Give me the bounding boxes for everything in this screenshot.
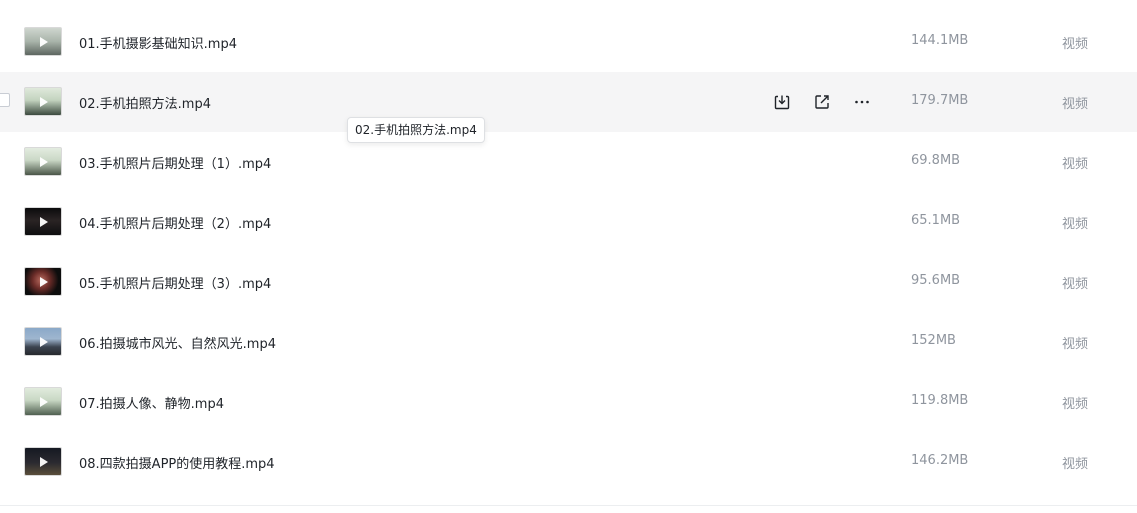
file-type: 视频 — [1062, 217, 1089, 232]
play-icon — [40, 397, 48, 407]
file-name[interactable]: 01.手机摄影基础知识.mp4 — [79, 33, 237, 52]
video-thumbnail[interactable] — [24, 267, 62, 296]
file-size: 69.8MB — [911, 153, 961, 168]
file-row[interactable]: 01.手机摄影基础知识.mp4 144.1MB 视频 — [0, 12, 1137, 72]
video-thumbnail[interactable] — [24, 27, 62, 56]
file-row[interactable]: 02.手机拍照方法.mp4 179.7MB 视频 — [0, 72, 1137, 132]
file-row[interactable]: 05.手机照片后期处理（3）.mp4 95.6MB 视频 — [0, 252, 1137, 312]
file-name[interactable]: 02.手机拍照方法.mp4 — [79, 93, 211, 112]
file-name[interactable]: 03.手机照片后期处理（1）.mp4 — [79, 153, 271, 172]
file-row[interactable]: 04.手机照片后期处理（2）.mp4 65.1MB 视频 — [0, 192, 1137, 252]
file-type: 视频 — [1062, 337, 1089, 352]
video-thumbnail[interactable] — [24, 447, 62, 476]
file-size: 144.1MB — [911, 33, 969, 48]
share-icon — [815, 95, 829, 109]
video-thumbnail[interactable] — [24, 327, 62, 356]
row-actions — [772, 92, 872, 112]
file-name[interactable]: 08.四款拍摄APP的使用教程.mp4 — [79, 453, 275, 472]
file-name[interactable]: 06.拍摄城市风光、自然风光.mp4 — [79, 333, 276, 352]
file-list: 01.手机摄影基础知识.mp4 144.1MB 视频 02.手机拍照方法.mp4 179… — [0, 0, 1137, 513]
file-size: 179.7MB — [911, 93, 969, 108]
file-type: 视频 — [1062, 277, 1089, 292]
row-checkbox[interactable] — [0, 93, 10, 107]
file-row[interactable]: 07.拍摄人像、静物.mp4 119.8MB 视频 — [0, 372, 1137, 432]
share-button[interactable] — [812, 92, 832, 112]
file-row[interactable]: 08.四款拍摄APP的使用教程.mp4 146.2MB 视频 — [0, 432, 1137, 492]
file-type: 视频 — [1062, 157, 1089, 172]
filename-tooltip: 02.手机拍照方法.mp4 — [347, 117, 485, 143]
file-type: 视频 — [1062, 37, 1089, 52]
play-icon — [40, 217, 48, 227]
download-button[interactable] — [772, 92, 792, 112]
file-name[interactable]: 07.拍摄人像、静物.mp4 — [79, 393, 224, 412]
file-size: 152MB — [911, 333, 956, 348]
video-thumbnail[interactable] — [24, 207, 62, 236]
video-thumbnail[interactable] — [24, 147, 62, 176]
play-icon — [40, 277, 48, 287]
more-icon — [855, 100, 869, 104]
video-thumbnail[interactable] — [24, 387, 62, 416]
list-bottom-divider — [0, 505, 1137, 506]
file-row[interactable]: 03.手机照片后期处理（1）.mp4 69.8MB 视频 — [0, 132, 1137, 192]
file-size: 119.8MB — [911, 393, 969, 408]
file-type: 视频 — [1062, 457, 1089, 472]
file-size: 146.2MB — [911, 453, 969, 468]
file-size: 95.6MB — [911, 273, 961, 288]
file-row[interactable]: 06.拍摄城市风光、自然风光.mp4 152MB 视频 — [0, 312, 1137, 372]
download-icon — [774, 95, 790, 110]
video-thumbnail[interactable] — [24, 87, 62, 116]
file-type: 视频 — [1062, 397, 1089, 412]
play-icon — [40, 457, 48, 467]
file-type: 视频 — [1062, 97, 1089, 112]
play-icon — [40, 97, 48, 107]
play-icon — [40, 37, 48, 47]
file-size: 65.1MB — [911, 213, 961, 228]
file-name[interactable]: 05.手机照片后期处理（3）.mp4 — [79, 273, 271, 292]
file-name[interactable]: 04.手机照片后期处理（2）.mp4 — [79, 213, 271, 232]
play-icon — [40, 337, 48, 347]
play-icon — [40, 157, 48, 167]
more-button[interactable] — [852, 92, 872, 112]
